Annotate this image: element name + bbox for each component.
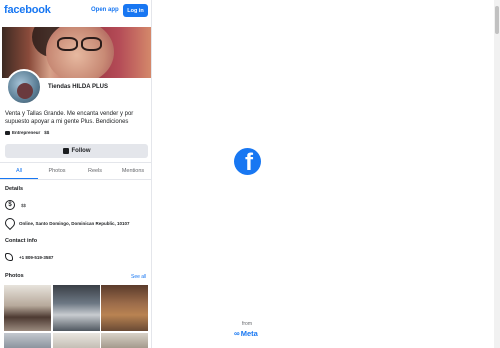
category-row: Entrepreneur $$ <box>5 130 49 135</box>
login-button[interactable]: Log in <box>123 4 148 17</box>
facebook-f-glyph: f <box>245 149 253 175</box>
photo-thumbnail[interactable] <box>101 285 148 331</box>
open-app-link[interactable]: Open app <box>91 7 119 13</box>
meta-logo: ∞ Meta <box>234 329 258 338</box>
detail-price: $$ <box>21 202 27 208</box>
photo-thumbnail[interactable] <box>53 285 100 331</box>
contact-phone[interactable]: +1 809-519-3587 <box>19 255 53 260</box>
contact-phone-row: +1 809-519-3587 <box>5 253 53 261</box>
detail-location: Online, Santo Domingo, Dominican Republi… <box>19 220 130 226</box>
briefcase-icon <box>5 130 10 135</box>
app-window: facebook Open app Log in Tiendas HILDA P… <box>0 0 500 348</box>
tab-mentions[interactable]: Mentions <box>114 163 151 179</box>
tab-all[interactable]: All <box>0 163 38 179</box>
top-bar: facebook Open app Log in <box>0 0 151 24</box>
splash-from: from <box>242 321 252 327</box>
cover-glasses <box>57 37 102 51</box>
meta-label: Meta <box>240 329 258 338</box>
scrollbar-thumb[interactable] <box>495 6 499 34</box>
category-price: $$ <box>44 130 50 135</box>
cover-face <box>46 27 114 78</box>
detail-location-row: Online, Santo Domingo, Dominican Republi… <box>5 218 130 228</box>
meta-logo-icon: ∞ <box>234 329 240 338</box>
follow-button[interactable]: Follow <box>5 144 148 158</box>
facebook-logo-icon: f <box>234 148 261 175</box>
follow-label: Follow <box>71 148 91 154</box>
photo-thumbnail[interactable] <box>4 333 51 348</box>
scrollbar-track[interactable] <box>494 0 500 348</box>
avatar[interactable] <box>6 69 42 105</box>
facebook-logo[interactable]: facebook <box>4 4 51 16</box>
contact-title: Contact info <box>5 238 38 244</box>
photo-thumbnail[interactable] <box>101 333 148 348</box>
follow-icon <box>62 148 69 154</box>
category-label: Entrepreneur <box>12 130 41 135</box>
location-pin-icon <box>5 218 13 228</box>
photo-thumbnail[interactable] <box>4 285 51 331</box>
details-title: Details <box>5 186 24 192</box>
photos-title: Photos <box>5 273 24 279</box>
profile-panel: facebook Open app Log in Tiendas HILDA P… <box>0 0 152 348</box>
see-all-link[interactable]: See all <box>131 274 146 280</box>
page-bio: Venta y Tallas Grande. Me encanta vender… <box>5 111 134 125</box>
profile-tabs: All Photos Reels Mentions <box>0 162 151 180</box>
money-icon: $ <box>5 200 15 210</box>
detail-price-row: $ $$ <box>5 200 26 210</box>
tab-reels[interactable]: Reels <box>76 163 114 179</box>
tab-photos[interactable]: Photos <box>38 163 76 179</box>
phone-icon <box>5 253 13 261</box>
photo-thumbnail[interactable] <box>53 333 100 348</box>
page-name: Tiendas HILDA PLUS <box>48 84 109 90</box>
